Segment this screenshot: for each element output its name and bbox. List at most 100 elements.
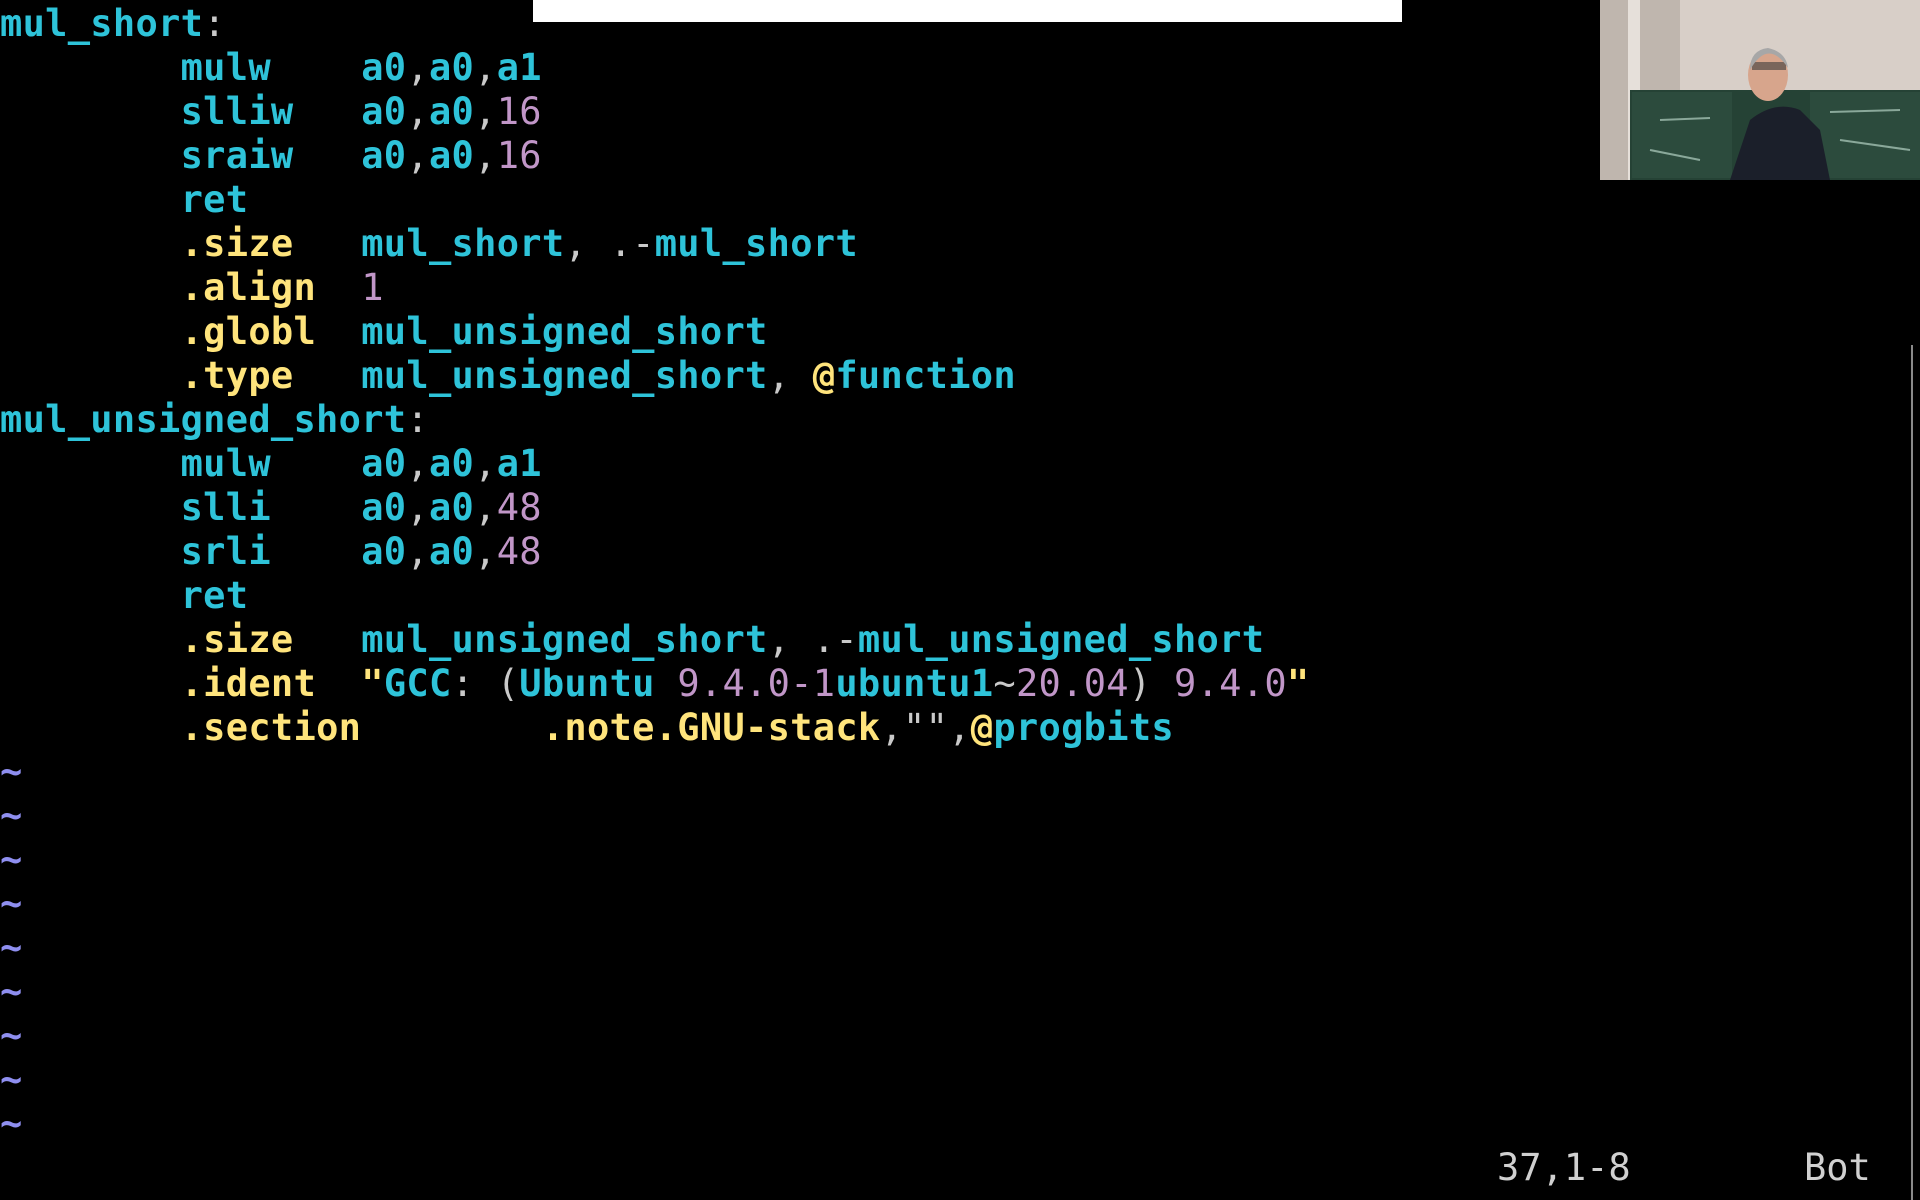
- code-token: ): [1128, 662, 1175, 705]
- code-token: :: [203, 2, 226, 45]
- code-token: ubuntu1: [835, 662, 994, 705]
- code-line[interactable]: mulw a0,a0,a1: [0, 442, 542, 486]
- code-token: @: [812, 354, 836, 397]
- tilde-marker: ~: [0, 926, 23, 969]
- tilde-marker: ~: [0, 1102, 23, 1145]
- code-token: a0: [361, 486, 407, 529]
- code-line[interactable]: ret: [0, 178, 248, 222]
- code-token: progbits: [993, 706, 1174, 749]
- code-token: ": [361, 662, 384, 705]
- code-token: ": [1286, 662, 1310, 705]
- code-token: .globl: [180, 310, 317, 353]
- code-token: .size: [180, 222, 294, 265]
- code-token: ,"",: [880, 706, 971, 749]
- code-line[interactable]: sraiw a0,a0,16: [0, 134, 542, 178]
- code-line[interactable]: .section .note.GNU-stack,"",@progbits: [0, 706, 1174, 750]
- code-token: a0: [428, 90, 475, 133]
- code-line[interactable]: mul_short:: [0, 2, 226, 46]
- code-token: ,: [767, 354, 813, 397]
- code-token: ,: [474, 530, 497, 573]
- code-token: ,: [474, 90, 497, 133]
- code-line[interactable]: srli a0,a0,48: [0, 530, 542, 574]
- vim-editor[interactable]: mul_short: mulw a0,a0,a1 slliw a0,a0,16 …: [0, 0, 1920, 1200]
- code-token: ,: [474, 46, 497, 89]
- code-token: a0: [428, 134, 475, 177]
- code-token: 16: [496, 90, 542, 133]
- code-token: mul_short: [361, 222, 565, 265]
- code-line[interactable]: slli a0,a0,48: [0, 486, 542, 530]
- code-token: 48: [496, 486, 542, 529]
- tilde-marker: ~: [0, 1014, 23, 1057]
- code-token: .section: [180, 706, 362, 749]
- code-token: a1: [496, 46, 542, 89]
- code-token: .type: [180, 354, 294, 397]
- code-token: ,: [406, 46, 429, 89]
- code-token: mulw: [180, 46, 271, 89]
- code-token: .note.GNU-stack: [541, 706, 881, 749]
- code-token: a0: [428, 530, 475, 573]
- code-token: a0: [361, 134, 407, 177]
- code-token: ~: [993, 662, 1016, 705]
- code-token: a0: [428, 46, 475, 89]
- code-token: ,: [474, 442, 497, 485]
- code-line[interactable]: slliw a0,a0,16: [0, 90, 542, 134]
- tilde-marker: ~: [0, 838, 23, 881]
- code-token: .size: [180, 618, 294, 661]
- code-line[interactable]: .size mul_unsigned_short, .-mul_unsigned…: [0, 618, 1264, 662]
- code-token: mul_unsigned_short: [361, 618, 768, 661]
- code-token: GCC: [383, 662, 452, 705]
- code-line[interactable]: ret: [0, 574, 248, 618]
- code-token: Ubuntu: [519, 662, 655, 705]
- code-line[interactable]: mul_unsigned_short:: [0, 398, 429, 442]
- code-line[interactable]: .globl mul_unsigned_short: [0, 310, 768, 354]
- code-token: a0: [428, 486, 475, 529]
- code-token: mul_short: [654, 222, 858, 265]
- code-token: ,: [406, 90, 429, 133]
- code-token: a0: [428, 442, 475, 485]
- code-line[interactable]: mulw a0,a0,a1: [0, 46, 542, 90]
- code-line[interactable]: .ident "GCC: (Ubuntu 9.4.0-1ubuntu1~20.0…: [0, 662, 1310, 706]
- webcam-overlay: [1600, 0, 1920, 180]
- code-token: a0: [361, 442, 407, 485]
- code-token: , .-: [767, 618, 858, 661]
- code-token: ,: [474, 134, 497, 177]
- code-token: , .-: [564, 222, 655, 265]
- code-line[interactable]: .align 1: [0, 266, 384, 310]
- code-line[interactable]: .type mul_unsigned_short, @function: [0, 354, 1016, 398]
- scroll-indicator: Bot: [1804, 1146, 1871, 1189]
- code-line[interactable]: .size mul_short, .-mul_short: [0, 222, 858, 266]
- code-token: a0: [361, 90, 407, 133]
- code-token: .ident: [180, 662, 317, 705]
- code-token: : (: [451, 662, 520, 705]
- overlay-strip: [533, 0, 1402, 22]
- code-token: sraiw: [180, 134, 294, 177]
- code-token: mul_unsigned_short: [361, 310, 768, 353]
- code-token: ret: [180, 178, 249, 221]
- code-token: mul_short: [0, 2, 204, 45]
- code-token: srli: [180, 530, 271, 573]
- code-token: a1: [496, 442, 542, 485]
- code-token: 9.4.0-1: [677, 662, 836, 705]
- code-token: ,: [474, 486, 497, 529]
- code-token: @: [970, 706, 994, 749]
